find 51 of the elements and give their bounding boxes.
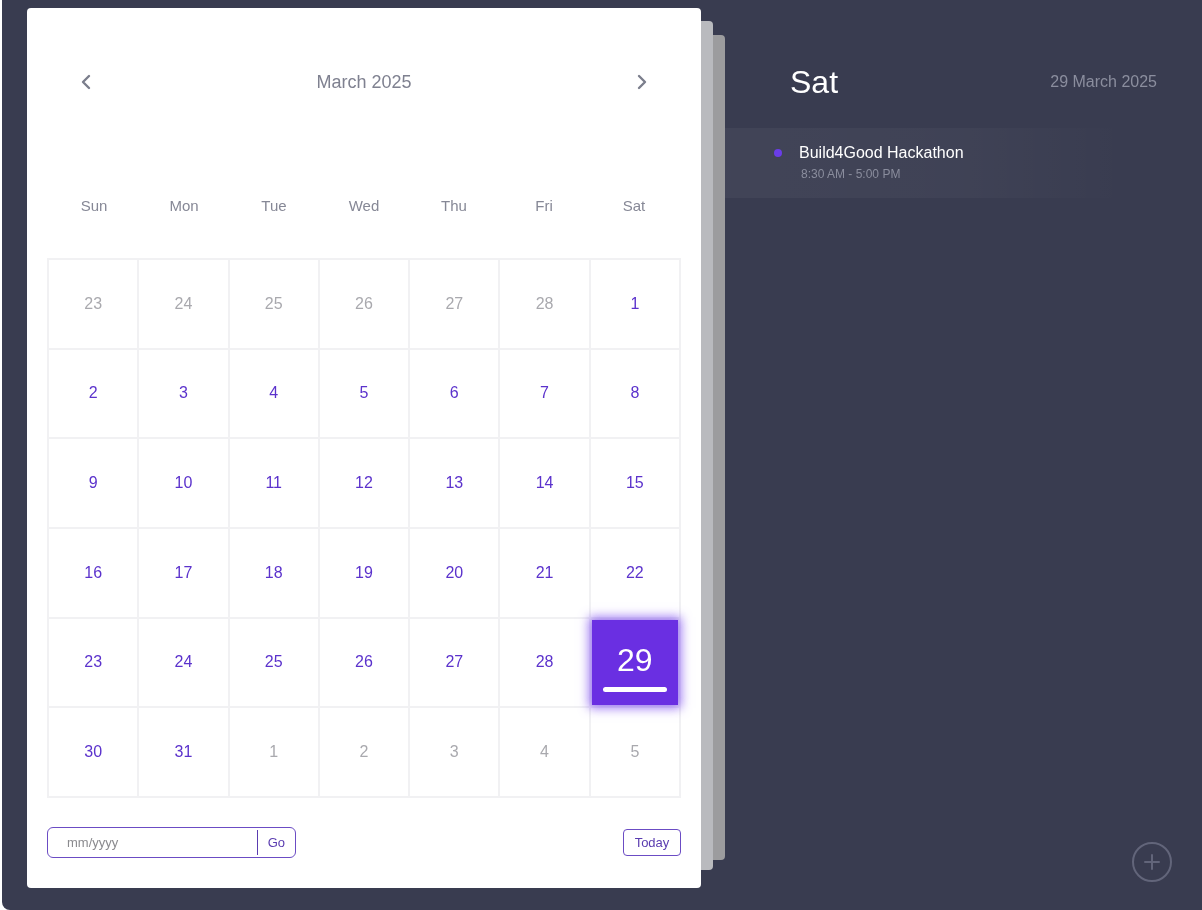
day-name-heading: Sat	[790, 63, 839, 101]
day-cell[interactable]: 19	[319, 529, 409, 617]
day-cell[interactable]: 31	[139, 708, 228, 796]
weekday-label: Thu	[440, 196, 468, 214]
date-jump-field[interactable]: mm/yyyy Go	[47, 827, 296, 858]
day-cell[interactable]: 20	[410, 529, 499, 617]
day-cell[interactable]: 25	[229, 618, 318, 707]
weekday-label: Sun	[79, 196, 109, 214]
day-cell[interactable]: 30	[49, 708, 138, 796]
day-cell[interactable]: 8	[590, 349, 679, 438]
day-cell[interactable]: 22	[590, 529, 679, 617]
month-title: March 2025	[316, 71, 412, 94]
day-cell[interactable]: 26	[319, 618, 409, 707]
day-cell[interactable]: 14	[500, 439, 589, 527]
day-cell[interactable]: 16	[49, 529, 138, 617]
day-cell[interactable]: 23	[49, 618, 138, 707]
day-cell[interactable]: 10	[139, 439, 228, 527]
day-cell[interactable]: 18	[229, 529, 318, 617]
day-cell[interactable]: 9	[49, 439, 138, 527]
day-cell[interactable]: 3	[139, 349, 228, 438]
today-button[interactable]: Today	[623, 829, 681, 856]
go-button[interactable]: Go	[256, 830, 295, 855]
day-cell[interactable]: 27	[410, 618, 499, 707]
day-cell[interactable]: 17	[139, 529, 228, 617]
day-cell[interactable]: 28	[500, 618, 589, 707]
full-date-text: 29 March 2025	[1050, 73, 1157, 91]
event-time: 8:30 AM - 5:00 PM	[800, 167, 902, 181]
underline-icon	[602, 687, 667, 693]
day-cell[interactable]: 13	[410, 439, 499, 527]
day-cell[interactable]: 1	[590, 260, 679, 348]
chevron-left-icon	[81, 74, 91, 90]
weekday-label: Tue	[260, 196, 288, 214]
event-title: Build4Good Hackathon	[799, 143, 964, 163]
add-event-button[interactable]	[1132, 842, 1172, 882]
weekday-label: Mon	[168, 196, 200, 214]
day-cell[interactable]: 6	[410, 349, 499, 438]
selected-day-cell[interactable]: 29	[591, 619, 678, 706]
day-cell[interactable]: 2	[49, 349, 138, 438]
day-cell[interactable]: 12	[319, 439, 409, 527]
day-cell[interactable]: 21	[500, 529, 589, 617]
weekday-label: Sat	[621, 196, 647, 214]
plus-icon	[1144, 854, 1160, 870]
day-cell[interactable]: 4	[229, 349, 318, 438]
day-cell[interactable]: 5	[319, 349, 409, 438]
day-cell[interactable]: 24	[139, 618, 228, 707]
day-cell[interactable]: 15	[590, 439, 679, 527]
weekday-label: Fri	[534, 196, 554, 214]
chevron-right-icon	[637, 74, 647, 90]
weekday-label: Wed	[347, 196, 381, 214]
day-cell[interactable]: 7	[500, 349, 589, 438]
day-cell[interactable]: 11	[229, 439, 318, 527]
